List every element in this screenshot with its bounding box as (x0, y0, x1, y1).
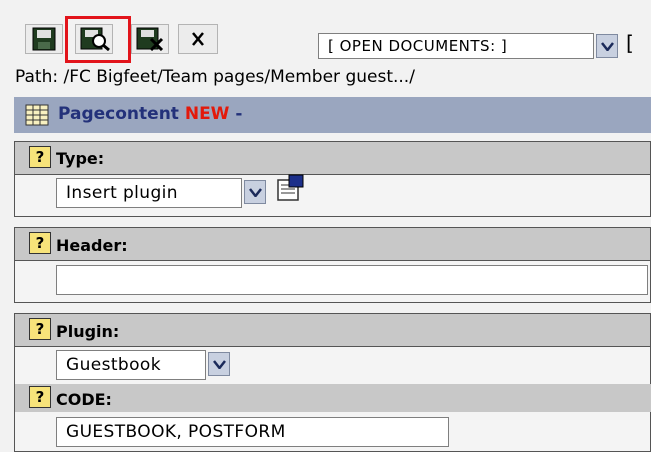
plugin-label: Plugin: (56, 322, 120, 341)
plugin-select[interactable]: Guestbook (56, 350, 206, 380)
code-input[interactable]: GUESTBOOK, POSTFORM (56, 417, 449, 447)
title-suffix: - (235, 104, 243, 124)
type-label: Type: (56, 149, 105, 168)
new-badge: NEW (184, 104, 230, 124)
type-select-value: Insert plugin (66, 183, 178, 203)
type-section-header (14, 141, 651, 175)
save-button[interactable] (25, 24, 63, 54)
open-documents-select[interactable]: [ OPEN DOCUMENTS: ] (318, 33, 594, 59)
type-dropdown-button[interactable] (244, 180, 266, 204)
chevron-down-icon (249, 188, 262, 197)
header-label: Header: (56, 236, 128, 255)
chevron-down-icon (213, 360, 226, 369)
plugin-select-value: Guestbook (66, 355, 161, 375)
pagecontent-title: Pagecontent (58, 104, 179, 124)
chevron-down-icon (601, 42, 614, 51)
table-icon (25, 104, 49, 126)
code-input-value: GUESTBOOK, POSTFORM (66, 422, 286, 442)
type-select[interactable]: Insert plugin (56, 178, 242, 208)
close-icon (192, 32, 204, 46)
help-icon[interactable]: ? (29, 386, 51, 408)
help-icon[interactable]: ? (29, 318, 51, 340)
edit-wizard-icon[interactable] (276, 174, 310, 202)
save-and-close-button[interactable] (131, 24, 169, 54)
plugin-dropdown-button[interactable] (208, 352, 230, 376)
code-label: CODE: (56, 390, 112, 409)
open-documents-label: [ OPEN DOCUMENTS: ] (328, 37, 508, 55)
close-button[interactable] (178, 24, 218, 54)
breadcrumb: Path: /FC Bigfeet/Team pages/Member gues… (15, 67, 415, 87)
save-and-close-icon (136, 27, 164, 51)
save-and-view-highlight (65, 16, 131, 63)
trailing-bracket: [ (626, 31, 634, 55)
header-input[interactable] (56, 265, 648, 295)
help-icon[interactable]: ? (29, 146, 51, 168)
open-documents-dropdown-button[interactable] (596, 34, 618, 58)
help-icon[interactable]: ? (29, 232, 51, 254)
page-title: Pagecontent NEW - (58, 104, 242, 124)
save-icon (32, 27, 56, 51)
